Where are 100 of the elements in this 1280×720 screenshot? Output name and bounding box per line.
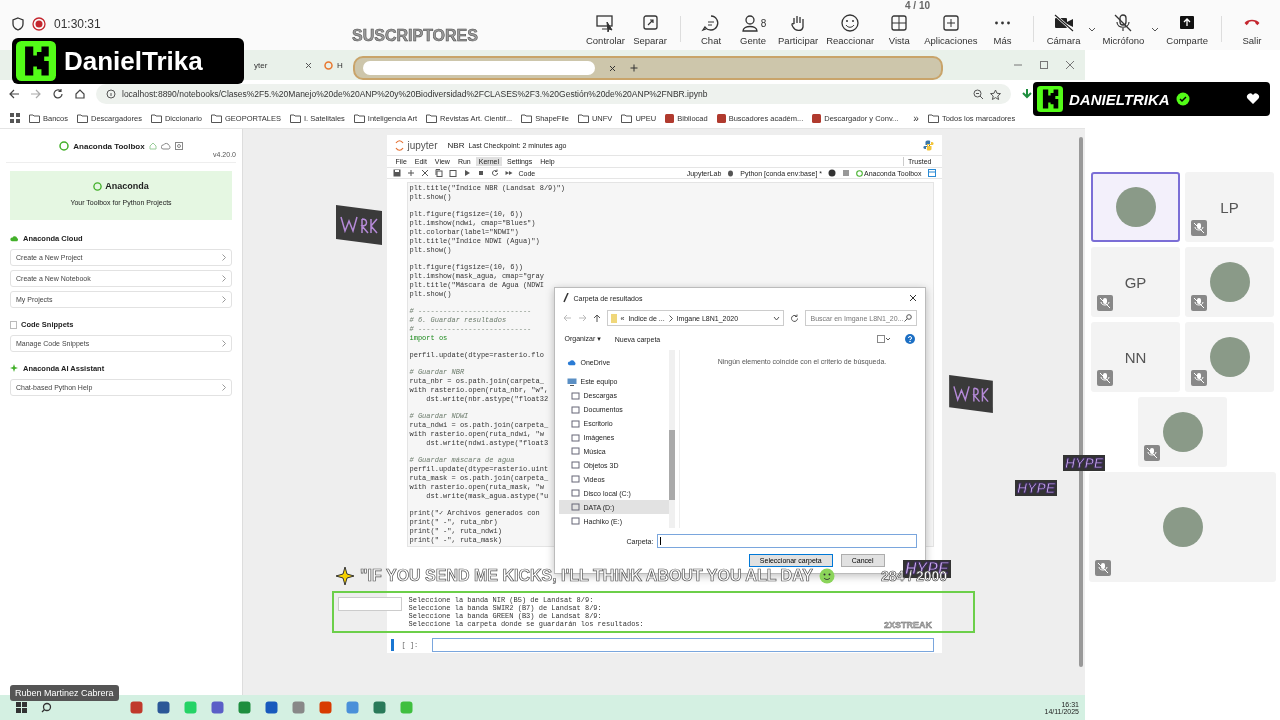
star-icon (336, 567, 354, 585)
toolbar-button[interactable]: Más (982, 12, 1023, 48)
chevron-right-icon (222, 340, 226, 347)
badge-name: DANIELTRIKA (1069, 90, 1170, 108)
save-icon[interactable] (392, 169, 401, 177)
participant-tile[interactable] (1091, 172, 1180, 242)
toolbar-button[interactable]: Micrófono (1099, 12, 1148, 48)
toolbar-button[interactable]: Aplicaciones (921, 12, 981, 48)
taskbar-app-icon[interactable] (292, 701, 305, 714)
taskbar-app-icon[interactable] (238, 701, 251, 714)
up-arrow-icon[interactable] (592, 313, 601, 323)
caret-icon[interactable] (773, 315, 781, 321)
cloud-icon (10, 235, 19, 242)
bug-icon[interactable] (727, 169, 735, 177)
settings-icon[interactable] (174, 142, 183, 150)
restart-icon[interactable] (490, 169, 499, 177)
heart-icon (1246, 93, 1260, 105)
cloud-icon[interactable] (160, 142, 171, 150)
jupyter-logo: jupyter (407, 139, 438, 151)
download-icon[interactable] (1021, 88, 1033, 100)
folder-icon (621, 113, 633, 123)
chevron-right-icon (222, 275, 226, 282)
ring-icon (59, 141, 70, 151)
participant-tile[interactable] (1185, 247, 1274, 317)
info-icon[interactable] (106, 89, 116, 99)
caret-icon[interactable] (1087, 27, 1096, 33)
maximize-icon[interactable] (1039, 60, 1049, 70)
help-icon[interactable] (904, 334, 915, 344)
taskbar-app-icon[interactable] (346, 701, 359, 714)
empty-code-cell[interactable] (431, 638, 934, 652)
notebook-name[interactable]: NBR (447, 140, 465, 150)
participant-tile[interactable]: LP (1185, 172, 1274, 242)
verified-icon (1175, 92, 1190, 106)
toolbar-button[interactable]: Vista (879, 12, 920, 48)
folder-input[interactable] (657, 534, 917, 548)
browser-tab[interactable]: yter (248, 57, 318, 73)
address-bar[interactable]: localhost:8890/notebooks/Clases%2F5.%20Manejo%20de%20ANP%20y%20Biodiversidad%2FCLASES%2F3.%20Gestión%20de%20ANP%2FNBR.ipynb (96, 84, 1011, 104)
run-icon[interactable] (462, 169, 471, 177)
share-button[interactable]: Comparte (1163, 12, 1211, 48)
taskbar-app-icon[interactable] (157, 701, 170, 714)
goal-counter: 4 / 10 (905, 0, 931, 11)
refresh-icon[interactable] (790, 313, 800, 323)
panel-icon[interactable] (927, 169, 936, 177)
close-icon[interactable] (305, 61, 312, 69)
plus-icon (630, 64, 638, 72)
toolbar-button[interactable]: Chat (691, 12, 732, 48)
paste-icon[interactable] (448, 169, 457, 177)
taskbar-app-icon[interactable] (319, 701, 332, 714)
streak-label: 2XSTREAK (884, 620, 932, 630)
taskbar-app-icon[interactable] (130, 701, 143, 714)
view-options-icon[interactable] (876, 335, 891, 343)
chevron-right-icon (222, 384, 226, 391)
feather-icon (562, 293, 569, 303)
participant-tile[interactable] (1138, 397, 1227, 467)
toolbar-button[interactable]: Reaccionar (823, 12, 878, 48)
search-icon[interactable] (41, 702, 52, 713)
toolbar-button[interactable]: Controlar (582, 12, 629, 48)
more-bookmarks-button[interactable]: » (913, 112, 919, 124)
caret-icon[interactable] (1151, 27, 1160, 33)
scrollbar[interactable] (668, 350, 675, 528)
taskbar-app-icon[interactable] (211, 701, 224, 714)
reload-icon[interactable] (52, 88, 64, 100)
forward-icon[interactable] (30, 88, 42, 100)
copy-icon[interactable] (434, 169, 443, 177)
participant-tile[interactable]: GP (1091, 247, 1180, 317)
ring-icon (93, 181, 103, 191)
folder-icon (77, 113, 89, 123)
toolbar-button[interactable]: 8 Gente (733, 12, 774, 48)
browser-tab[interactable]: H (318, 57, 349, 73)
home-icon[interactable] (74, 88, 86, 100)
taskbar-app-icon[interactable] (265, 701, 278, 714)
participant-tile[interactable] (1185, 322, 1274, 392)
taskbar-app-icon[interactable] (373, 701, 386, 714)
avatar-placeholder (1209, 337, 1250, 377)
avatar-placeholder (1162, 412, 1203, 452)
stop-icon[interactable] (476, 169, 485, 177)
screen-pointer-icon (595, 14, 616, 32)
toolbar-button[interactable]: Participar (775, 12, 822, 48)
pop-out-icon (640, 14, 661, 32)
participant-tile[interactable]: NN (1091, 322, 1180, 392)
folder-icon (353, 113, 365, 123)
computer-icon (566, 377, 577, 386)
list-icon[interactable] (842, 169, 850, 177)
close-icon[interactable] (908, 294, 917, 302)
add-icon[interactable] (406, 169, 415, 177)
star-icon[interactable] (990, 88, 1001, 100)
participant-tile[interactable] (1089, 472, 1276, 582)
toolbar-button[interactable]: Cámara (1043, 12, 1084, 48)
python-logo-icon (922, 139, 934, 151)
back-icon[interactable] (8, 88, 20, 100)
fast-forward-icon[interactable] (504, 169, 513, 177)
leave-button[interactable]: Salir (1232, 12, 1272, 48)
cut-icon[interactable] (420, 169, 429, 177)
toolbar-button[interactable]: Separar (630, 12, 671, 48)
subscribers-label: SUSCRIPTORES (352, 27, 478, 45)
start-icon[interactable] (16, 702, 27, 713)
apps-grid-icon[interactable] (10, 113, 20, 123)
folder-icon (426, 113, 438, 123)
zoom-icon[interactable] (973, 88, 984, 100)
cloud-icon (566, 359, 577, 367)
